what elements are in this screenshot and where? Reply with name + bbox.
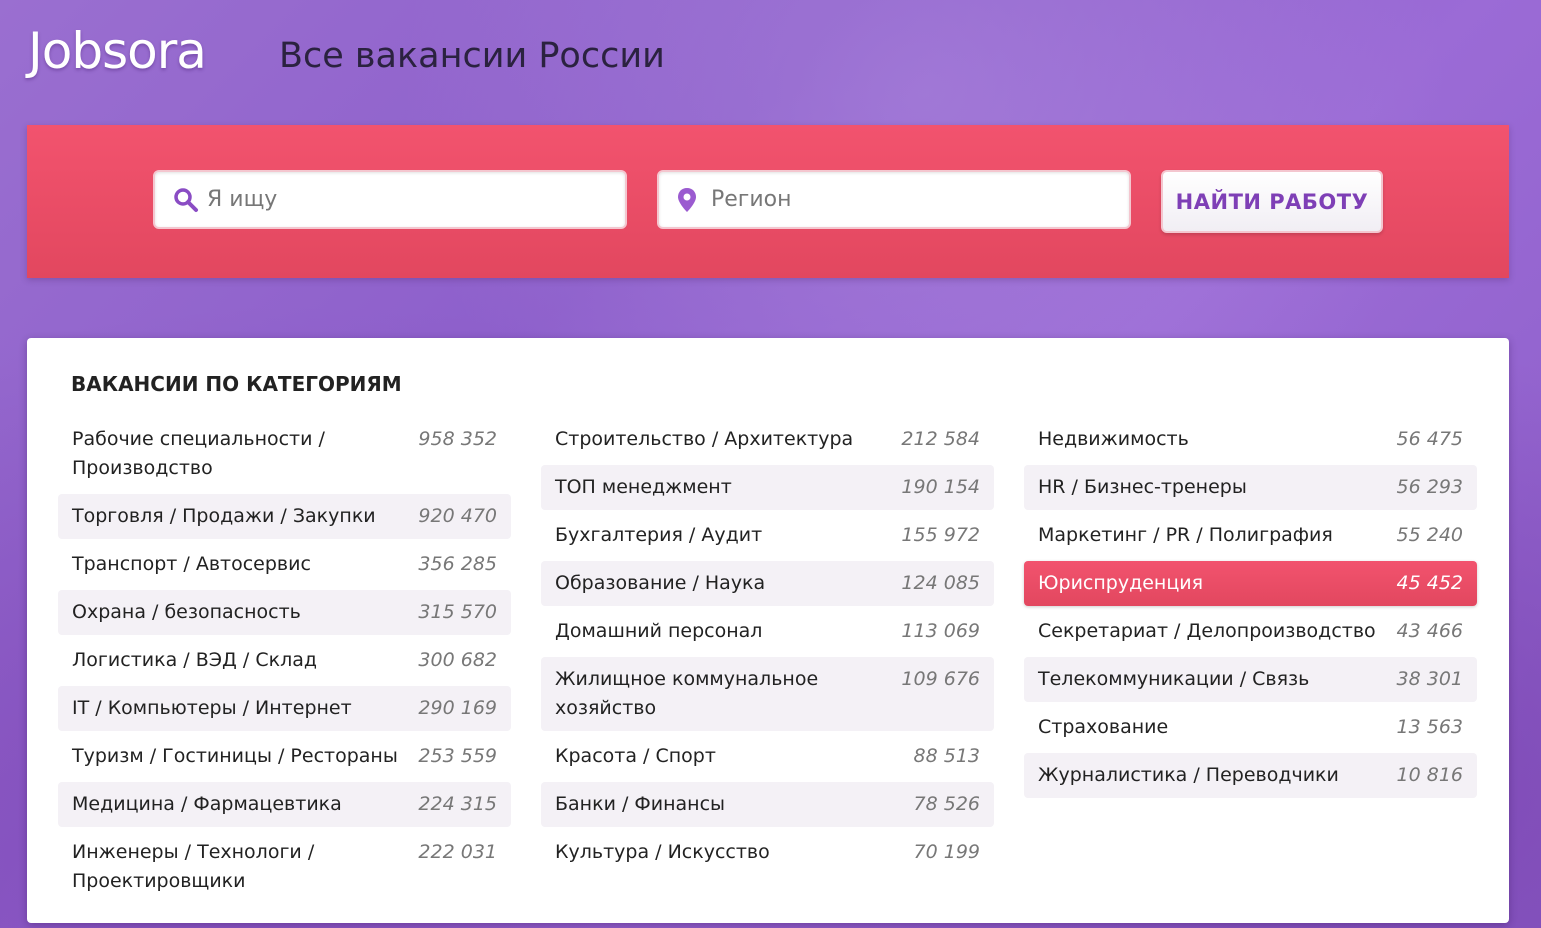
category-count: 38 301: [1396, 668, 1463, 690]
query-input[interactable]: [207, 172, 607, 227]
category-count: 56 293: [1396, 476, 1463, 498]
site-header: Jobsora Все вакансии России: [0, 0, 1541, 125]
category-name[interactable]: Транспорт / Автосервис: [72, 550, 311, 579]
category-name[interactable]: Туризм / Гостиницы / Рестораны: [72, 742, 398, 771]
search-icon: [174, 188, 198, 212]
category-count: 920 470: [418, 505, 497, 527]
search-bar: НАЙТИ РАБОТУ: [27, 125, 1509, 278]
category-item[interactable]: Жилищное коммунальное хозяйство 109 676: [541, 657, 994, 731]
category-count: 958 352: [418, 428, 497, 450]
category-name[interactable]: Маркетинг / PR / Полиграфия: [1038, 521, 1333, 550]
category-name[interactable]: Журналистика / Переводчики: [1038, 761, 1339, 790]
category-column-2: Строительство / Архитектура 212 584 ТОП ме…: [541, 417, 994, 878]
category-count: 190 154: [901, 476, 980, 498]
category-item[interactable]: Банки / Финансы 78 526: [541, 782, 994, 827]
category-name[interactable]: Культура / Искусство: [555, 838, 770, 867]
category-item[interactable]: ТОП менеджмент 190 154: [541, 465, 994, 510]
category-item[interactable]: Секретариат / Делопроизводство 43 466: [1024, 609, 1477, 654]
category-name[interactable]: Рабочие специальности / Производство: [72, 425, 408, 483]
category-item[interactable]: Телекоммуникации / Связь 38 301: [1024, 657, 1477, 702]
map-pin-icon: [678, 188, 696, 212]
category-item[interactable]: Транспорт / Автосервис 356 285: [58, 542, 511, 587]
category-count: 113 069: [901, 620, 980, 642]
category-name[interactable]: Красота / Спорт: [555, 742, 716, 771]
category-name[interactable]: Секретариат / Делопроизводство: [1038, 617, 1376, 646]
category-name[interactable]: Домашний персонал: [555, 617, 762, 646]
category-item[interactable]: Культура / Искусство 70 199: [541, 830, 994, 875]
category-name[interactable]: Логистика / ВЭД / Склад: [72, 646, 317, 675]
category-name[interactable]: Страхование: [1038, 713, 1168, 742]
category-count: 43 466: [1396, 620, 1463, 642]
jobsora-logo[interactable]: Jobsora: [28, 22, 207, 80]
categories-title: ВАКАНСИИ ПО КАТЕГОРИЯМ: [71, 372, 402, 396]
category-count: 224 315: [418, 793, 497, 815]
category-count: 315 570: [418, 601, 497, 623]
category-count: 45 452: [1396, 572, 1463, 594]
category-name[interactable]: HR / Бизнес-тренеры: [1038, 473, 1247, 502]
category-item[interactable]: Охрана / безопасность 315 570: [58, 590, 511, 635]
categories-panel: ВАКАНСИИ ПО КАТЕГОРИЯМ Рабочие специальн…: [27, 338, 1509, 923]
category-count: 124 085: [901, 572, 980, 594]
category-column-1: Рабочие специальности / Производство 958 …: [58, 417, 511, 907]
category-count: 300 682: [418, 649, 497, 671]
category-count: 290 169: [418, 697, 497, 719]
query-field[interactable]: [153, 170, 627, 229]
category-name[interactable]: Медицина / Фармацевтика: [72, 790, 342, 819]
category-count: 88 513: [913, 745, 980, 767]
category-item[interactable]: Домашний персонал 113 069: [541, 609, 994, 654]
category-item[interactable]: Журналистика / Переводчики 10 816: [1024, 753, 1477, 798]
category-item[interactable]: Юриспруденция 45 452: [1024, 561, 1477, 606]
category-item[interactable]: Бухгалтерия / Аудит 155 972: [541, 513, 994, 558]
find-job-button[interactable]: НАЙТИ РАБОТУ: [1161, 170, 1383, 233]
category-count: 212 584: [901, 428, 980, 450]
category-count: 55 240: [1396, 524, 1463, 546]
site-tagline: Все вакансии России: [279, 36, 665, 76]
category-count: 70 199: [913, 841, 980, 863]
category-count: 13 563: [1396, 716, 1463, 738]
category-item[interactable]: Торговля / Продажи / Закупки 920 470: [58, 494, 511, 539]
category-name[interactable]: Банки / Финансы: [555, 790, 725, 819]
category-name[interactable]: IT / Компьютеры / Интернет: [72, 694, 352, 723]
category-item[interactable]: HR / Бизнес-тренеры 56 293: [1024, 465, 1477, 510]
region-input[interactable]: [711, 172, 1111, 227]
category-item[interactable]: Рабочие специальности / Производство 958 …: [58, 417, 511, 491]
region-field[interactable]: [657, 170, 1131, 229]
category-item[interactable]: Инженеры / Технологи / Проектировщики 222…: [58, 830, 511, 904]
category-name[interactable]: Недвижимость: [1038, 425, 1189, 454]
category-item[interactable]: Образование / Наука 124 085: [541, 561, 994, 606]
category-item[interactable]: IT / Компьютеры / Интернет 290 169: [58, 686, 511, 731]
category-name[interactable]: Жилищное коммунальное хозяйство: [555, 665, 891, 723]
category-name[interactable]: ТОП менеджмент: [555, 473, 732, 502]
category-item[interactable]: Медицина / Фармацевтика 224 315: [58, 782, 511, 827]
category-count: 109 676: [901, 668, 980, 690]
category-name[interactable]: Юриспруденция: [1038, 569, 1203, 598]
category-name[interactable]: Торговля / Продажи / Закупки: [72, 502, 376, 531]
category-name[interactable]: Образование / Наука: [555, 569, 765, 598]
category-name[interactable]: Строительство / Архитектура: [555, 425, 853, 454]
category-count: 56 475: [1396, 428, 1463, 450]
category-name[interactable]: Телекоммуникации / Связь: [1038, 665, 1309, 694]
category-count: 155 972: [901, 524, 980, 546]
category-item[interactable]: Строительство / Архитектура 212 584: [541, 417, 994, 462]
category-name[interactable]: Бухгалтерия / Аудит: [555, 521, 762, 550]
category-item[interactable]: Логистика / ВЭД / Склад 300 682: [58, 638, 511, 683]
category-count: 222 031: [418, 841, 497, 863]
category-item[interactable]: Красота / Спорт 88 513: [541, 734, 994, 779]
category-count: 253 559: [418, 745, 497, 767]
category-item[interactable]: Недвижимость 56 475: [1024, 417, 1477, 462]
category-item[interactable]: Маркетинг / PR / Полиграфия 55 240: [1024, 513, 1477, 558]
category-column-3: Недвижимость 56 475 HR / Бизнес-тренеры 56 …: [1024, 417, 1477, 801]
category-count: 356 285: [418, 553, 497, 575]
category-item[interactable]: Страхование 13 563: [1024, 705, 1477, 750]
category-item[interactable]: Туризм / Гостиницы / Рестораны 253 559: [58, 734, 511, 779]
category-name[interactable]: Инженеры / Технологи / Проектировщики: [72, 838, 408, 896]
category-count: 10 816: [1396, 764, 1463, 786]
category-name[interactable]: Охрана / безопасность: [72, 598, 301, 627]
category-count: 78 526: [913, 793, 980, 815]
